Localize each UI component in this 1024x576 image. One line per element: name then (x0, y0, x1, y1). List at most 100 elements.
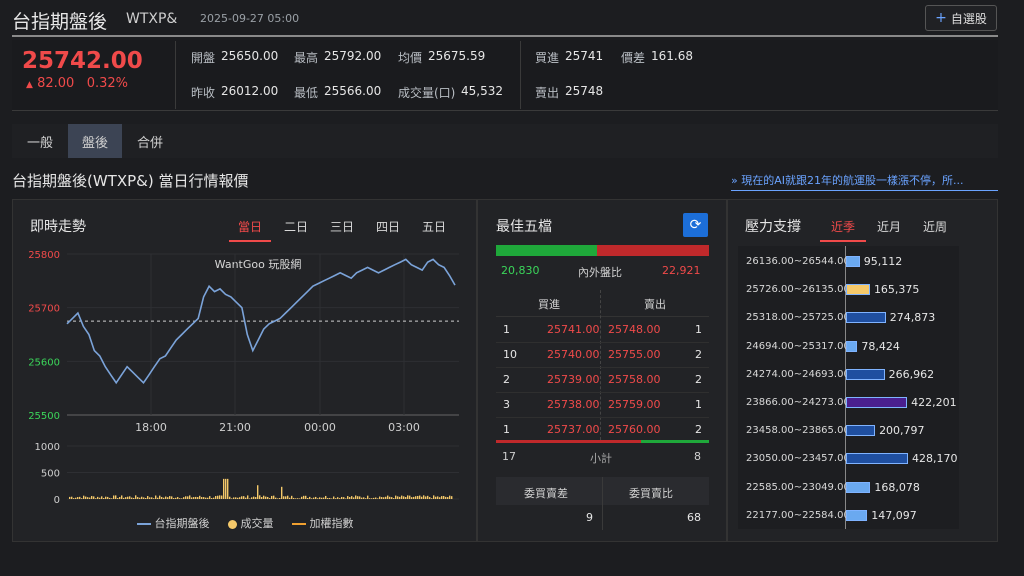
tab-combined[interactable]: 合併 (123, 124, 177, 158)
volume-bar (161, 496, 163, 499)
prev-close-value: 26012.00 (221, 84, 279, 98)
volume-bar (335, 498, 337, 499)
volume-bar (341, 496, 343, 499)
low-label: 最低 (294, 86, 319, 100)
pressure-bar[interactable] (846, 509, 868, 521)
ask-price: 25759.00 (608, 398, 661, 411)
volume-bar (129, 496, 131, 499)
bid-value: 25741 (565, 49, 604, 63)
volume-bar (251, 497, 253, 499)
pressure-value: 428,170 (912, 452, 958, 466)
plus-icon: + (935, 10, 947, 26)
volume-label: 成交量(口) (398, 86, 456, 100)
volume-bar (167, 497, 169, 499)
page-title: 台指期盤後 (12, 11, 108, 33)
pressure-bar[interactable] (846, 284, 870, 296)
volume-bar (411, 497, 413, 499)
volume-bar (431, 498, 433, 499)
intraday-chart: WantGoo 玩股網 25800 25700 25600 25500 18:00 21:… (28, 250, 459, 506)
open-value: 25650.00 (221, 49, 279, 63)
volume-bar (381, 497, 383, 499)
pressure-bar[interactable] (846, 368, 885, 380)
volume-bar (337, 497, 339, 499)
volume-bar (391, 497, 393, 499)
volume-bar (177, 497, 179, 499)
bid-volume: 3 (503, 398, 510, 411)
last-price: 25742.00 (22, 48, 143, 74)
volume-bar (71, 496, 73, 499)
volume-bar (153, 498, 155, 499)
x-tick-label: 21:00 (219, 421, 251, 434)
volume-bar (249, 498, 251, 499)
pressure-tab-week[interactable]: 近周 (914, 218, 956, 235)
volume-bar (239, 497, 241, 499)
volume-bar (311, 498, 313, 499)
ask-volume: 2 (695, 373, 702, 386)
ask-price: 25748.00 (608, 323, 661, 336)
x-tick-label: 03:00 (388, 421, 420, 434)
volume-bar (117, 498, 119, 499)
col-bid-label: 買進 (538, 298, 560, 311)
volume-bar (149, 497, 151, 499)
range-tab-today[interactable]: 當日 (229, 218, 271, 242)
volume-bar (139, 497, 141, 499)
header-divider (12, 35, 998, 37)
pressure-value: 274,873 (889, 311, 936, 325)
volume-bar (397, 496, 399, 499)
volume-bar (301, 496, 303, 499)
pressure-bar[interactable] (846, 312, 886, 324)
pressure-range-label: 23866.00~24273.00 (746, 397, 850, 408)
volume-bar (175, 497, 177, 499)
volume-bar (345, 498, 347, 499)
volume-bar (259, 495, 261, 499)
legend-item-volume[interactable]: 成交量 (227, 515, 274, 531)
quote-datetime: 2025-09-27 05:00 (200, 12, 300, 25)
volume-bar (75, 497, 77, 499)
add-watchlist-button[interactable]: + 自選股 (925, 5, 997, 31)
pressure-bar[interactable] (846, 425, 876, 437)
refresh-button[interactable]: ⟳ (683, 213, 708, 237)
pressure-bar[interactable] (846, 340, 858, 352)
volume-bar (329, 497, 331, 499)
pressure-bar[interactable] (846, 397, 908, 408)
range-tab-3day[interactable]: 三日 (322, 218, 362, 235)
volume-value: 45,532 (461, 84, 503, 98)
ask-volume: 2 (695, 348, 702, 361)
volume-bar (441, 496, 443, 499)
pressure-value: 168,078 (874, 480, 920, 494)
legend-item-index[interactable]: 加權指數 (291, 515, 354, 531)
volume-bar (403, 496, 405, 499)
range-tab-4day[interactable]: 四日 (368, 218, 408, 235)
volume-bar (211, 498, 213, 499)
volume-bar (157, 497, 159, 499)
volume-bar (299, 498, 301, 499)
tab-general[interactable]: 一般 (13, 124, 67, 158)
volume-bar (115, 495, 117, 499)
range-tab-5day[interactable]: 五日 (414, 218, 454, 235)
volume-bar (449, 495, 451, 499)
ratio-label: 內外盤比 (578, 266, 622, 279)
pressure-bar[interactable] (846, 453, 908, 465)
pressure-tab-quarter[interactable]: 近季 (820, 218, 866, 242)
pressure-bar[interactable] (846, 481, 871, 493)
pressure-bar[interactable] (846, 256, 860, 267)
volume-bar (245, 497, 247, 499)
volume-bar (375, 497, 377, 499)
pressure-value: 147,097 (871, 508, 917, 522)
news-link[interactable]: » 現在的AI就跟21年的航運股一樣漲不停，所... (731, 172, 998, 191)
pressure-tab-month[interactable]: 近月 (868, 218, 910, 235)
legend-item-futures[interactable]: 台指期盤後 (136, 515, 210, 531)
volume-tick-label: 500 (41, 469, 60, 480)
volume-bar (141, 496, 143, 499)
volume-bar (231, 498, 233, 499)
range-tab-2day[interactable]: 二日 (276, 218, 316, 235)
volume-bar (387, 495, 389, 499)
volume-bar (219, 495, 221, 499)
legend-line-icon (136, 523, 151, 525)
y-tick-label: 25500 (28, 411, 60, 422)
volume-bar (325, 495, 327, 499)
ask-price: 25755.00 (608, 348, 661, 361)
volume-bar (279, 497, 281, 499)
tab-after-hours[interactable]: 盤後 (68, 124, 122, 158)
change-value: 82.00 (37, 76, 75, 91)
